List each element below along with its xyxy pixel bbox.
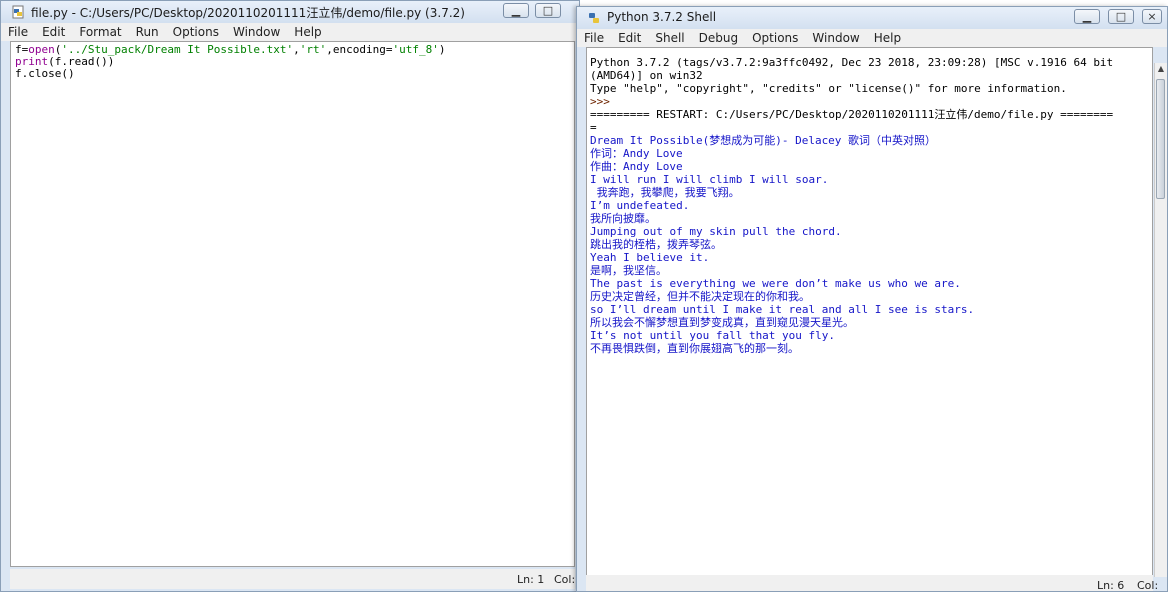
scroll-thumb[interactable] — [1156, 79, 1165, 199]
menu-file[interactable]: File — [1, 23, 35, 41]
menu-edit[interactable]: Edit — [35, 23, 72, 41]
shell-prompt: >>> — [590, 95, 610, 108]
close-button[interactable]: × — [1142, 9, 1162, 24]
shell-window: Python 3.7.2 Shell ▁ □ × File Edit Shell De… — [576, 6, 1168, 592]
output-line: 是啊，我坚信。 — [590, 264, 667, 277]
output-line: 跳出我的桎梏，拨弄琴弦。 — [590, 238, 722, 251]
output-line: I’m undefeated. — [590, 199, 690, 212]
maximize-button[interactable]: □ — [1108, 9, 1134, 24]
program-output: Dream It Possible(梦想成为可能)- Delacey 歌词（中英… — [590, 134, 1149, 355]
shell-header-line: (AMD64)] on win32 — [590, 69, 703, 82]
output-line: I will run I will climb I will soar. — [590, 173, 829, 186]
output-line: It’s not until you fall that you fly. — [590, 329, 836, 342]
menu-window[interactable]: Window — [805, 29, 866, 47]
code-line: f.close() — [15, 67, 75, 80]
shell-header-line: Type "help", "copyright", "credits" or "… — [590, 82, 1067, 95]
restart-line: = — [590, 121, 597, 134]
shell-header-line: Python 3.7.2 (tags/v3.7.2:9a3ffc0492, De… — [590, 56, 1114, 69]
output-line: Jumping out of my skin pull the chord. — [590, 225, 842, 238]
output-line: 历史决定曾经，但并不能决定现在的你和我。 — [590, 290, 810, 303]
editor-title: file.py - C:/Users/PC/Desktop/2020110201… — [31, 6, 465, 20]
code-line: print(f.read()) — [15, 55, 115, 68]
menu-debug[interactable]: Debug — [692, 29, 745, 47]
menu-format[interactable]: Format — [72, 23, 128, 41]
python-icon — [589, 13, 599, 23]
line-indicator: Ln: 6 — [1097, 579, 1125, 592]
editor-titlebar[interactable]: file.py - C:/Users/PC/Desktop/2020110201… — [1, 1, 579, 23]
output-line: The past is everything we were don’t mak… — [590, 277, 961, 290]
output-line: 不再畏惧跌倒，直到你展翅高飞的那一刻。 — [590, 342, 799, 355]
shell-statusbar: Ln: 6 Col: 0 — [586, 575, 1158, 592]
menu-help[interactable]: Help — [287, 23, 328, 41]
menu-run[interactable]: Run — [129, 23, 166, 41]
menu-help[interactable]: Help — [867, 29, 908, 47]
column-indicator: Col: 0 — [1137, 579, 1159, 592]
output-line: 作词：Andy Love — [590, 147, 683, 160]
menu-options[interactable]: Options — [166, 23, 226, 41]
menu-file[interactable]: File — [577, 29, 611, 47]
shell-menubar: File Edit Shell Debug Options Window Help — [577, 29, 1167, 47]
column-indicator: Col: — [554, 573, 576, 586]
output-line: so I’ll dream until I make it real and a… — [590, 303, 975, 316]
output-line: 我奔跑，我攀爬，我要飞翔。 — [590, 186, 740, 199]
minimize-button[interactable]: ▁ — [503, 3, 529, 18]
line-indicator: Ln: 1 — [517, 573, 545, 586]
menu-options[interactable]: Options — [745, 29, 805, 47]
menu-window[interactable]: Window — [226, 23, 287, 41]
output-line: Yeah I believe it. — [590, 251, 710, 264]
restart-line: ========= RESTART: C:/Users/PC/Desktop/2… — [590, 108, 1114, 121]
editor-menubar: File Edit Format Run Options Window Help — [1, 23, 579, 41]
shell-titlebar[interactable]: Python 3.7.2 Shell ▁ □ × — [577, 7, 1167, 29]
maximize-button[interactable]: □ — [535, 3, 561, 18]
output-line: 作曲：Andy Love — [590, 160, 683, 173]
shell-scrollbar[interactable]: ▲ — [1154, 63, 1167, 577]
editor-window: file.py - C:/Users/PC/Desktop/2020110201… — [0, 0, 580, 592]
editor-statusbar: Ln: 1 Col: — [10, 569, 575, 589]
scroll-up-icon[interactable]: ▲ — [1156, 64, 1166, 76]
output-line: Dream It Possible(梦想成为可能)- Delacey 歌词（中英… — [590, 134, 937, 147]
shell-output[interactable]: Python 3.7.2 (tags/v3.7.2:9a3ffc0492, De… — [586, 47, 1153, 577]
output-line: 我所向披靡。 — [590, 212, 656, 225]
menu-shell[interactable]: Shell — [648, 29, 691, 47]
python-file-icon — [12, 5, 24, 19]
menu-edit[interactable]: Edit — [611, 29, 648, 47]
code-editor[interactable]: f=open('../Stu_pack/Dream It Possible.tx… — [10, 41, 575, 567]
minimize-button[interactable]: ▁ — [1074, 9, 1100, 24]
output-line: 所以我会不懈梦想直到梦变成真，直到窥见漫天星光。 — [590, 316, 854, 329]
shell-title: Python 3.7.2 Shell — [607, 10, 717, 24]
